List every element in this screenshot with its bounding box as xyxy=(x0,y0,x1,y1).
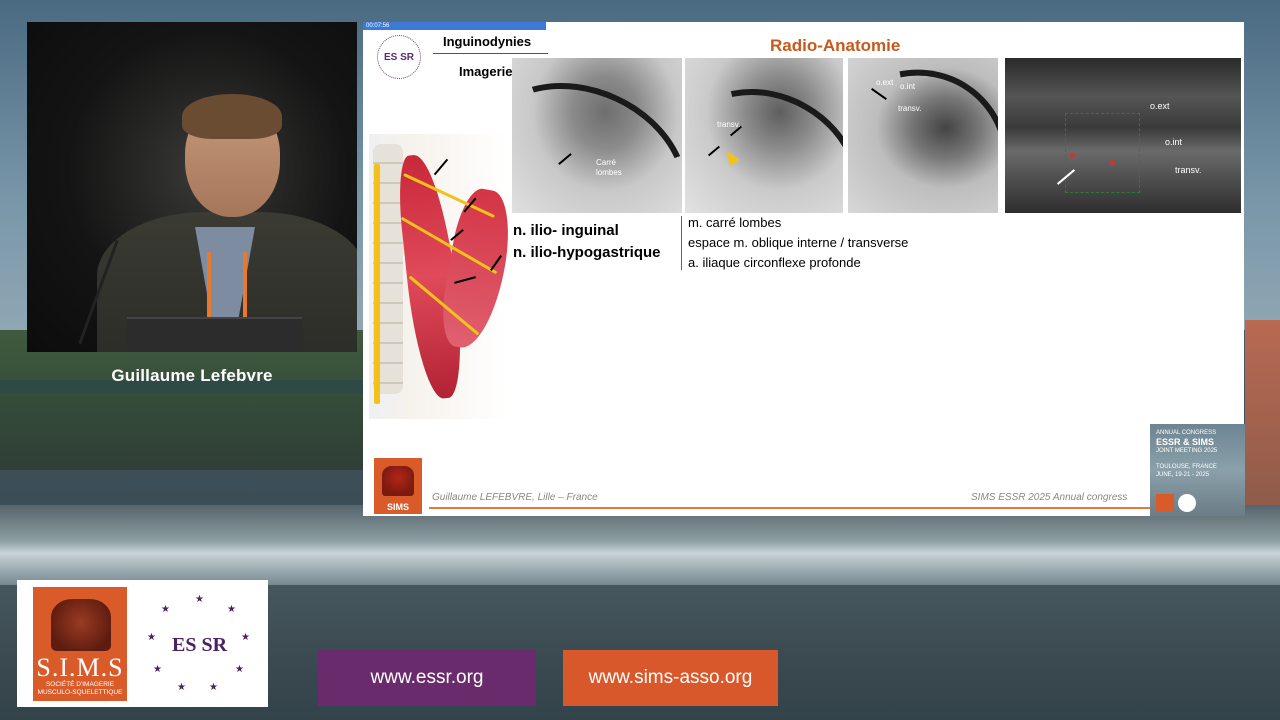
vessel-marker xyxy=(1110,160,1115,165)
presentation-slide: 00:07:56 ES SR Inguinodynies Imagerie Ra… xyxy=(363,22,1244,516)
star-icon: ★ xyxy=(235,664,244,675)
congress-logos xyxy=(1156,494,1196,512)
essr-logo-text: ES SR xyxy=(171,634,228,656)
arrow-icon xyxy=(433,158,449,176)
sponsor-logo-panel: S.I.M.S SOCIÉTÉ D'IMAGERIE MUSCULO-SQUEL… xyxy=(17,580,268,707)
congress-badge: ANNUAL CONGRESS ESSR & SIMS JOINT MEETIN… xyxy=(1150,424,1245,516)
mri-image-3: o.ext o.int transv. xyxy=(848,58,998,213)
background-building xyxy=(1245,320,1280,520)
mri-image-1: Carré lombes xyxy=(512,58,682,213)
anatomy-illustration xyxy=(369,134,518,419)
congress-dates: JUNE, 19-21 - 2025 xyxy=(1156,472,1210,478)
star-icon: ★ xyxy=(195,594,204,605)
sims-logo-icon xyxy=(51,599,111,651)
nerve-list: n. ilio- inguinal n. ilio-hypogastrique xyxy=(513,220,661,264)
mri-label: transv. xyxy=(898,104,922,113)
slide-footer-event: SIMS ESSR 2025 Annual congress xyxy=(971,492,1128,503)
slide-footer-author: Guillaume LEFEBVRE, Lille – France xyxy=(432,492,598,503)
section-title: Inguinodynies xyxy=(443,34,532,49)
mri-label: o.int xyxy=(1165,137,1183,147)
mri-label: o.int xyxy=(900,82,916,91)
ultrasound-roi-box xyxy=(1065,113,1140,193)
essr-logo: ★ ★ ★ ★ ★ ★ ★ ★ ★ ES SR xyxy=(147,592,252,697)
title-divider xyxy=(433,53,548,54)
mri-image-2: transv. xyxy=(685,58,843,213)
mri-label: o.ext xyxy=(876,78,894,87)
detail-item: espace m. oblique interne / transverse xyxy=(688,235,909,250)
sims-website-link[interactable]: www.sims-asso.org xyxy=(563,650,778,706)
nerve-line xyxy=(374,164,380,404)
star-icon: ★ xyxy=(209,682,218,693)
essr-logo-icon xyxy=(1178,494,1196,512)
vessel-marker xyxy=(1070,153,1075,158)
mri-label: o.ext xyxy=(1150,101,1170,111)
slide-footer-rule xyxy=(429,507,1244,509)
ultrasound-image: o.ext o.int transv. xyxy=(1005,58,1241,213)
nerve-item: n. ilio-hypogastrique xyxy=(513,244,661,261)
star-icon: ★ xyxy=(177,682,186,693)
congress-line: JOINT MEETING 2025 xyxy=(1156,448,1218,454)
background-weir xyxy=(0,505,1280,585)
slide-progress-bar xyxy=(363,22,546,30)
mri-label: Carré lombes xyxy=(596,158,622,177)
sims-logo-icon: SIMS xyxy=(374,458,422,514)
sims-logo: S.I.M.S SOCIÉTÉ D'IMAGERIE MUSCULO-SQUEL… xyxy=(33,587,127,701)
laptop xyxy=(127,317,302,352)
sims-logo-text: S.I.M.S xyxy=(36,653,124,682)
slide-timer: 00:07:56 xyxy=(366,23,390,29)
sims-logo-icon xyxy=(1156,494,1174,512)
detail-item: a. iliaque circonflexe profonde xyxy=(688,255,861,270)
anatomy-detail-list: m. carré lombes espace m. oblique intern… xyxy=(688,213,908,273)
speaker-video xyxy=(27,22,357,352)
slide-main-title: Radio-Anatomie xyxy=(770,36,901,55)
star-icon: ★ xyxy=(153,664,162,675)
star-icon: ★ xyxy=(227,604,236,615)
congress-line: ANNUAL CONGRESS xyxy=(1156,430,1217,436)
sims-logo-subtitle: SOCIÉTÉ D'IMAGERIE MUSCULO-SQUELETTIQUE xyxy=(37,681,123,696)
mri-label: transv. xyxy=(1175,165,1202,175)
list-divider xyxy=(681,216,682,270)
essr-website-link[interactable]: www.essr.org xyxy=(318,650,536,706)
essr-logo-icon: ES SR xyxy=(377,35,421,79)
congress-title: ESSR & SIMS xyxy=(1156,437,1215,447)
subsection-title: Imagerie xyxy=(459,64,513,79)
quadratus-muscle-illustration xyxy=(435,185,518,353)
nerve-item: n. ilio- inguinal xyxy=(513,222,619,239)
speaker-hair xyxy=(182,94,282,139)
star-icon: ★ xyxy=(161,604,170,615)
detail-item: m. carré lombes xyxy=(688,215,782,230)
congress-location: TOULOUSE, FRANCE xyxy=(1156,464,1217,470)
speaker-name: Guillaume Lefebvre xyxy=(111,366,273,385)
